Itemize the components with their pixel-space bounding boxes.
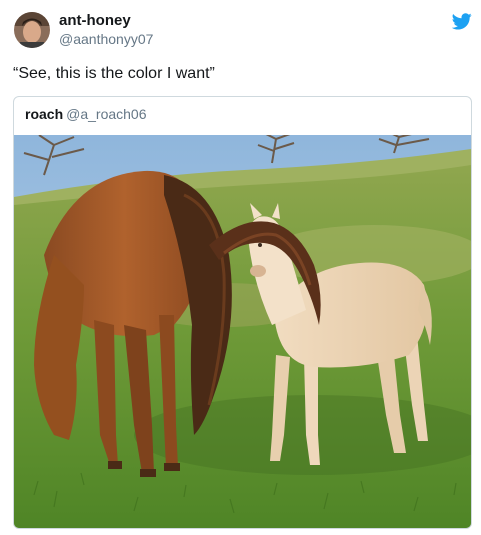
quoted-author-display-name[interactable]: roach: [25, 106, 63, 122]
quoted-author-handle[interactable]: @a_roach06: [66, 106, 146, 122]
author-handle[interactable]: @aanthonyy07: [59, 31, 153, 48]
quoted-tweet[interactable]: roach @a_roach06: [13, 96, 472, 529]
quoted-tweet-photo[interactable]: [14, 135, 471, 528]
tweet-card: ant-honey @aanthonyy07 “See, this is the…: [0, 0, 481, 535]
tweet-text: “See, this is the color I want”: [13, 65, 215, 82]
author-avatar[interactable]: [14, 12, 50, 48]
quoted-tweet-header: roach @a_roach06: [25, 106, 147, 123]
author-display-name[interactable]: ant-honey: [59, 12, 131, 30]
twitter-bird-icon[interactable]: [451, 13, 472, 30]
